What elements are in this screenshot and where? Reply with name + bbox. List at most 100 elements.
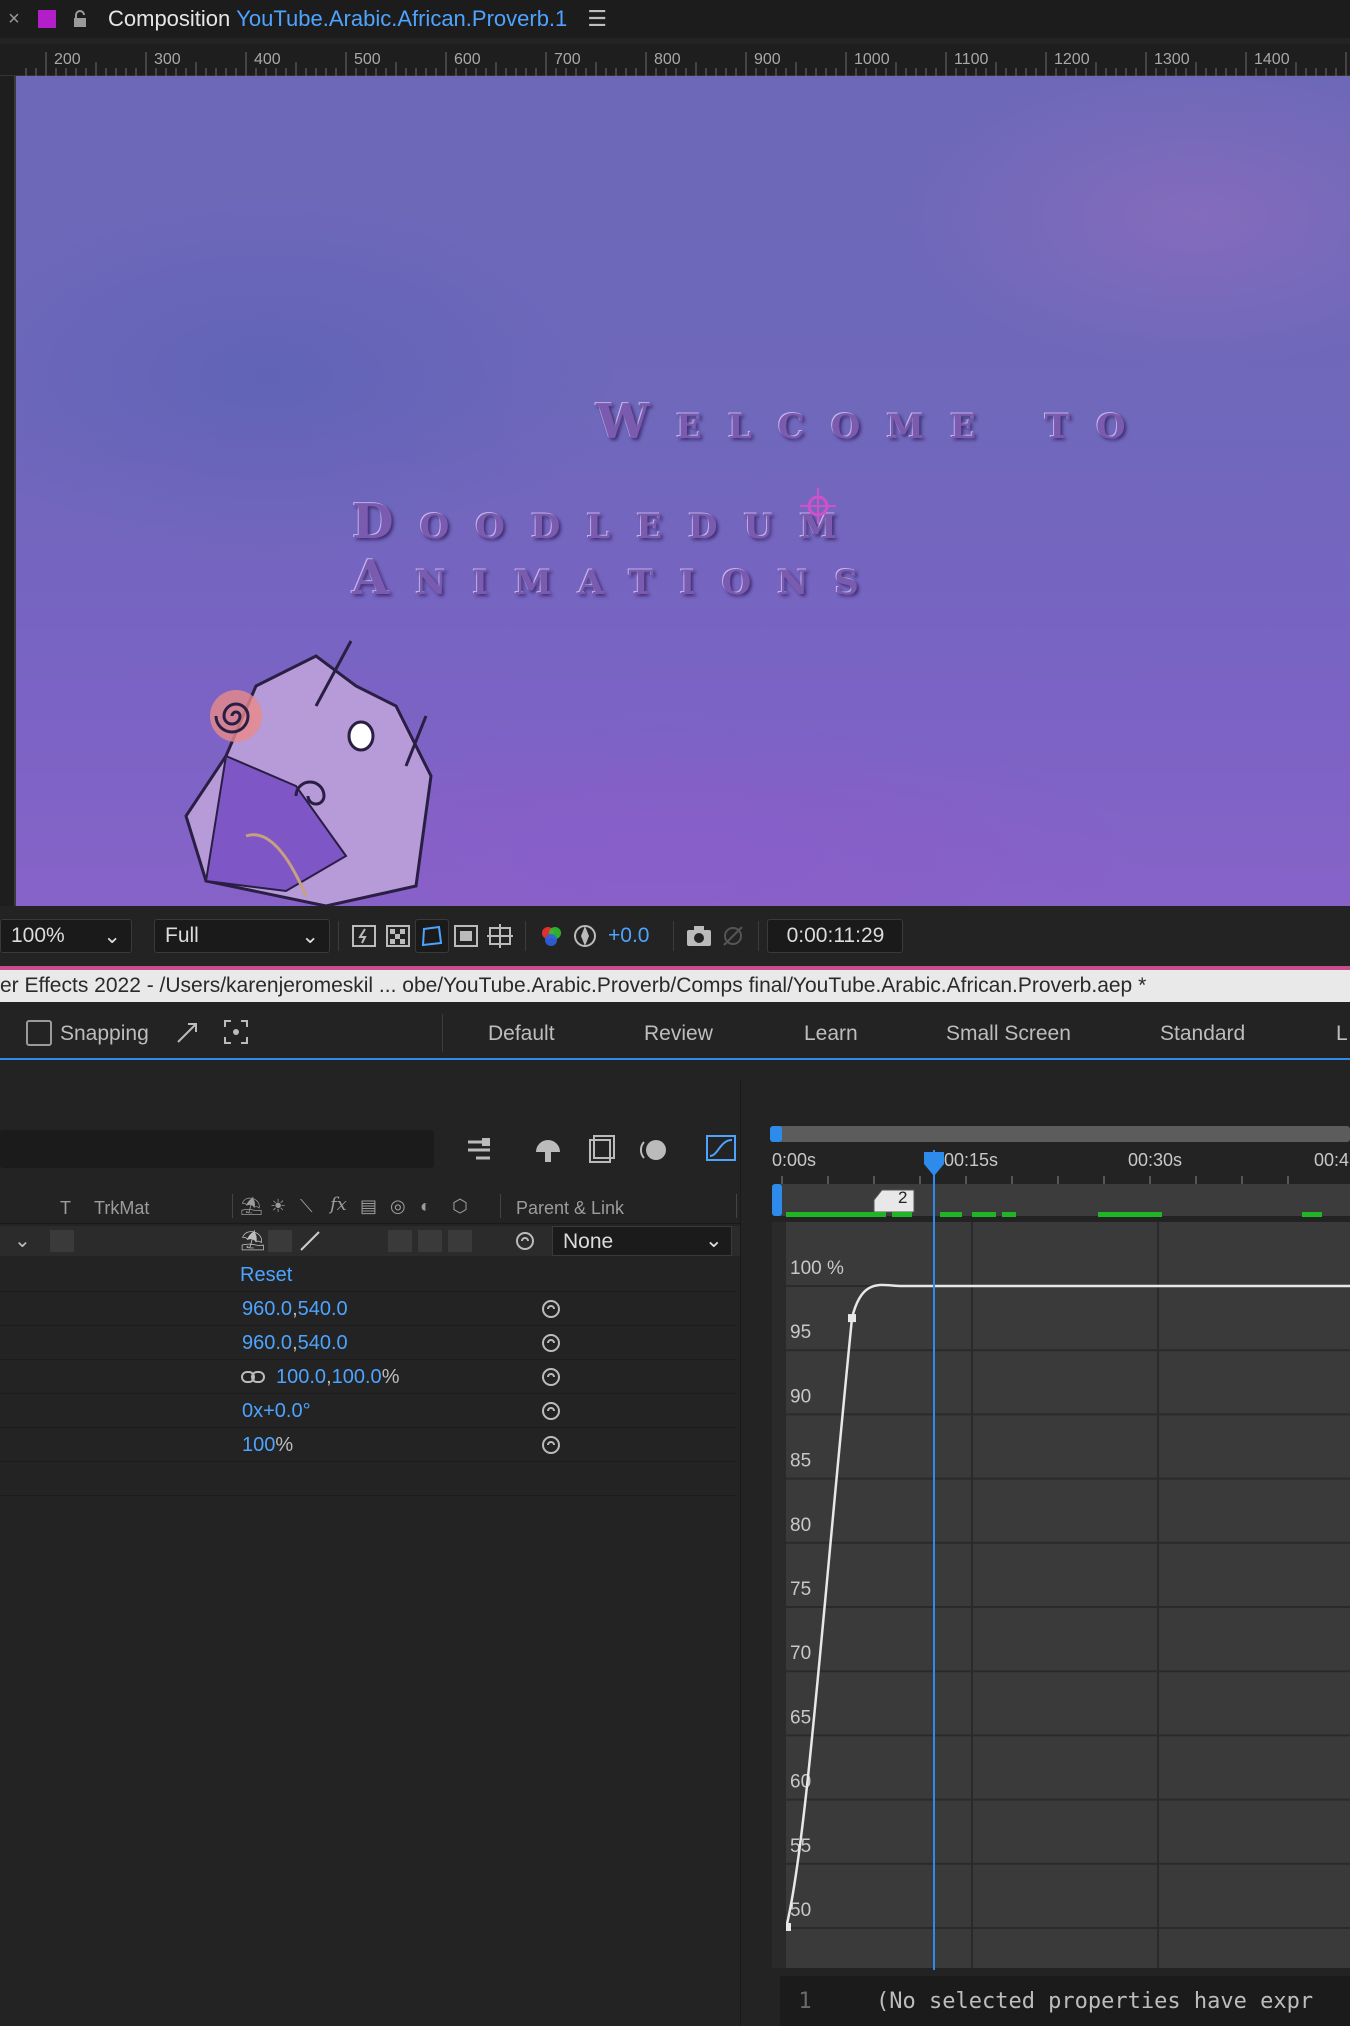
property-value: 100% (242, 1434, 293, 1457)
stopwatch-icon[interactable] (540, 1400, 562, 1422)
panel-divider[interactable] (740, 1080, 772, 2026)
workspace-tab-default[interactable]: Default (488, 1022, 555, 1046)
composition-viewer[interactable]: Welcome to Doodledum Animations (16, 76, 1350, 906)
exposure-reset-icon[interactable] (568, 919, 602, 953)
time-navigator-bar[interactable] (772, 1126, 1350, 1142)
switch-motion-blur-icon[interactable]: ◎ (390, 1196, 406, 1217)
keyframe-start[interactable] (783, 1923, 791, 1931)
value-opacity[interactable]: 100 (242, 1434, 275, 1456)
value-x[interactable]: 960.0 (242, 1298, 292, 1320)
switch-3d-icon[interactable]: ⬡ (452, 1196, 468, 1217)
motion-blur-switch-cell[interactable] (388, 1230, 412, 1252)
anchor-point-row: 960.0,540.0 (0, 1292, 736, 1326)
composition-mini-flowchart-icon[interactable] (464, 1134, 500, 1166)
value-unit: % (275, 1434, 294, 1456)
position-row: 960.0,540.0 (0, 1326, 736, 1360)
value-degrees[interactable]: +0.0° (263, 1400, 310, 1422)
switch-effects-icon[interactable]: fx (330, 1194, 347, 1215)
value-revolutions[interactable]: 0x (242, 1400, 263, 1422)
graph-value-label: 90 (790, 1386, 811, 1407)
welcome-text-line-1: Welcome to (596, 394, 1152, 450)
collapse-switch-cell[interactable] (268, 1230, 292, 1252)
current-time-indicator-head[interactable] (922, 1150, 946, 1178)
current-time-display[interactable]: 0:00:11:29 (767, 919, 904, 953)
graph-editor-toggle-icon[interactable] (704, 1132, 740, 1166)
close-panel-icon[interactable]: × (0, 8, 28, 31)
timeline-search-input[interactable] (0, 1130, 434, 1168)
time-navigator-start-handle[interactable] (770, 1126, 782, 1142)
work-area-bar[interactable]: 2 (772, 1184, 1350, 1217)
fast-previews-icon[interactable] (347, 919, 381, 953)
composition-name-tab[interactable]: YouTube.Arabic.African.Proverb.1 (236, 6, 567, 32)
doodle-character-illustration (184, 640, 433, 906)
shy-switch-icon[interactable]: ⛱ (240, 1228, 265, 1253)
workspace-tab-review[interactable]: Review (644, 1022, 713, 1046)
mask-path-visibility-icon[interactable] (415, 919, 449, 953)
reset-link[interactable]: Reset (240, 1264, 292, 1287)
quality-switch-icon[interactable] (298, 1229, 322, 1253)
value-x[interactable]: 100.0 (276, 1366, 326, 1388)
constrain-proportions-link-icon[interactable] (240, 1368, 266, 1386)
show-snapshot-icon[interactable] (716, 919, 750, 953)
cache-indicator-bar (786, 1212, 1322, 1217)
workspace-tab-small-screen[interactable]: Small Screen (946, 1022, 1071, 1046)
layer-row[interactable]: ⌄ ⛱ None ⌄ (0, 1226, 740, 1256)
pick-whip-icon[interactable] (514, 1230, 536, 1252)
graph-editor-area[interactable]: 100 % 95 90 85 80 75 70 65 60 55 50 (783, 1222, 1350, 1968)
stopwatch-icon[interactable] (540, 1434, 562, 1456)
ruler-label: 700 (554, 51, 581, 68)
stopwatch-icon[interactable] (540, 1366, 562, 1388)
switch-collapse-icon[interactable]: ☀ (270, 1196, 286, 1217)
3d-switch-cell[interactable] (448, 1230, 472, 1252)
current-time-indicator-line[interactable] (933, 1150, 935, 1970)
grid-guides-icon[interactable] (483, 919, 517, 953)
lock-icon[interactable] (70, 9, 90, 29)
snap-feather-icon[interactable] (174, 1018, 202, 1046)
expression-editor[interactable]: 1 (No selected properties have expr (780, 1976, 1350, 2026)
expand-bounds-icon[interactable] (222, 1018, 250, 1046)
graph-value-label: 80 (790, 1515, 811, 1536)
color-channels-icon[interactable] (534, 919, 568, 953)
zoom-dropdown[interactable]: 100% ⌄ (0, 919, 132, 953)
draft-3d-icon[interactable] (532, 1134, 564, 1166)
workspace-tab-standard[interactable]: Standard (1160, 1022, 1245, 1046)
value-y[interactable]: 540.0 (298, 1298, 348, 1320)
resolution-dropdown[interactable]: Full ⌄ (154, 919, 330, 953)
value-y[interactable]: 540.0 (298, 1332, 348, 1354)
composition-panel-header: × Composition YouTube.Arabic.African.Pro… (0, 0, 1350, 38)
exposure-value[interactable]: +0.0 (608, 924, 649, 948)
horizontal-ruler: 200 300 400 500 600 700 800 900 1000 1100 1200 1300… (0, 44, 1350, 76)
stopwatch-icon[interactable] (540, 1298, 562, 1320)
keyframe-handle[interactable] (848, 1314, 856, 1323)
ruler-label: 1300 (1154, 51, 1190, 68)
workspace-tab-learn[interactable]: Learn (804, 1022, 858, 1046)
switch-quality-icon[interactable]: ⟍ (300, 1196, 313, 1217)
region-of-interest-icon[interactable] (449, 919, 483, 953)
switch-adjustment-icon[interactable]: ◐ (420, 1196, 431, 1217)
value-graph[interactable]: 100 %95908580757065605550 (783, 1222, 1350, 1968)
value-y[interactable]: 100.0 (332, 1366, 382, 1388)
transparency-grid-icon[interactable] (381, 919, 415, 953)
work-area-start-handle[interactable] (772, 1184, 782, 1216)
panel-menu-icon[interactable]: ☰ (587, 6, 607, 32)
stopwatch-icon[interactable] (540, 1332, 562, 1354)
motion-blur-icon[interactable] (638, 1134, 670, 1166)
chevron-down-icon[interactable]: ⌄ (14, 1228, 31, 1253)
snapshot-camera-icon[interactable] (682, 919, 716, 953)
frame-blending-icon[interactable] (586, 1134, 618, 1166)
property-value: 960.0,540.0 (242, 1298, 348, 1321)
time-ruler[interactable]: 0:00s 00:15s 00:30s 00:4 (772, 1144, 1350, 1184)
switch-frame-blend-icon[interactable]: ▤ (360, 1196, 377, 1217)
marker-icon[interactable] (872, 1188, 916, 1214)
anchor-point-icon[interactable] (796, 484, 840, 528)
value-x[interactable]: 960.0 (242, 1332, 292, 1354)
adjustment-switch-cell[interactable] (418, 1230, 442, 1252)
trkmat-cell[interactable] (50, 1230, 74, 1252)
ruler-label: 600 (454, 51, 481, 68)
snapping-checkbox[interactable] (26, 1020, 52, 1046)
switch-shy-icon[interactable]: ⛱ (240, 1196, 263, 1217)
workspace-tab-more[interactable]: L (1336, 1022, 1348, 1046)
workspace-divider (442, 1014, 443, 1052)
parent-dropdown[interactable]: None ⌄ (552, 1226, 732, 1256)
label-color-swatch[interactable] (38, 10, 56, 28)
